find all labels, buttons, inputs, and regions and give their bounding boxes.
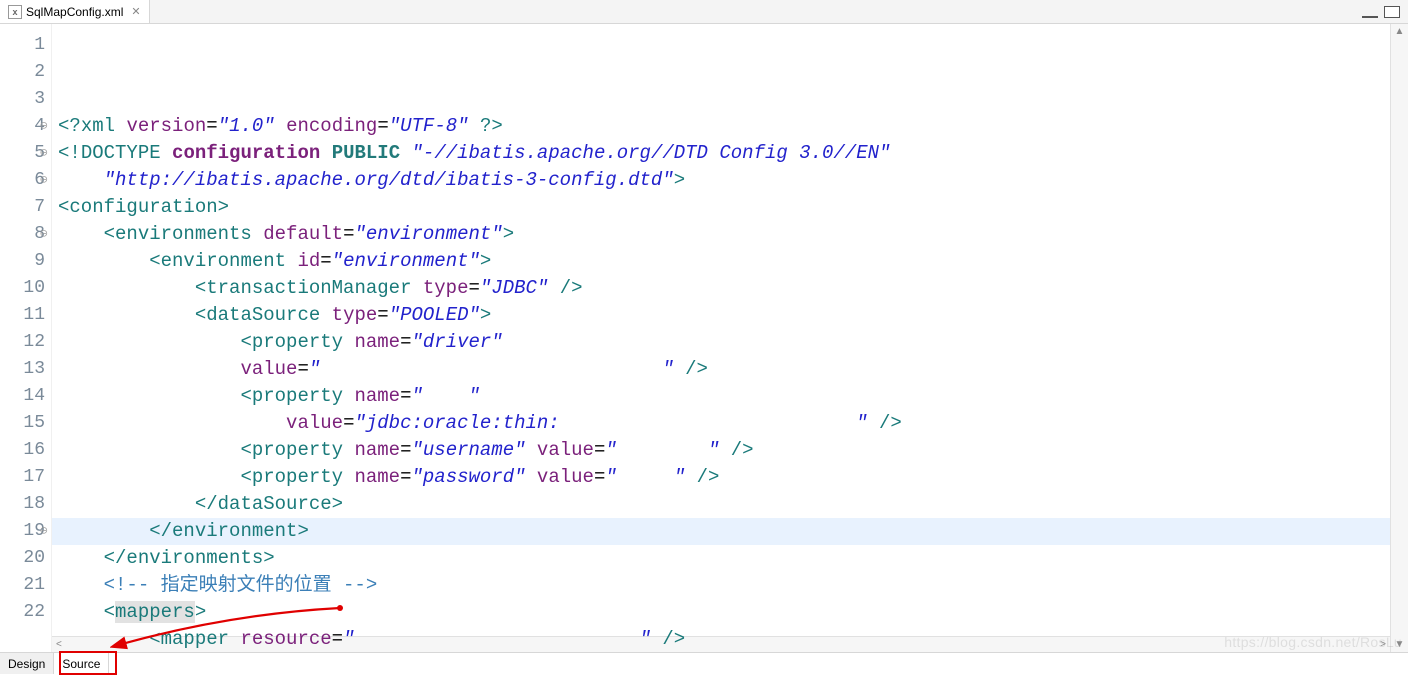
line-number: 2 [0, 59, 45, 86]
tab-source[interactable]: Source [54, 653, 109, 674]
code-area[interactable]: <?xml version="1.0" encoding="UTF-8" ?><… [52, 24, 1390, 652]
tab-source-label: Source [62, 657, 100, 671]
code-line[interactable]: <configuration> [58, 194, 1390, 221]
file-tab[interactable]: x SqlMapConfig.xml ✕ [0, 0, 150, 23]
code-line[interactable]: <mappers> [58, 599, 1390, 626]
fold-toggle-icon[interactable]: ⊖ [40, 140, 48, 167]
code-line[interactable]: <mapper resource=" " /> [58, 626, 1390, 652]
code-line[interactable]: <property name=" " [58, 383, 1390, 410]
file-tab-title: SqlMapConfig.xml [26, 5, 123, 19]
line-number-gutter: 1234⊖5⊖6⊖78⊖910111213141516171819⊖202122 [0, 24, 52, 652]
xml-file-icon: x [8, 5, 22, 19]
code-line[interactable]: <property name="password" value=" " /> [58, 464, 1390, 491]
line-number: 8⊖ [0, 221, 45, 248]
code-line[interactable]: <dataSource type="POOLED"> [58, 302, 1390, 329]
fold-toggle-icon[interactable]: ⊖ [40, 221, 48, 248]
code-line[interactable]: <property name="username" value=" " /> [58, 437, 1390, 464]
code-line[interactable]: <property name="driver" [58, 329, 1390, 356]
code-line[interactable]: <!-- 指定映射文件的位置 --> [58, 572, 1390, 599]
maximize-icon[interactable] [1384, 6, 1400, 18]
line-number: 10 [0, 275, 45, 302]
line-number: 22 [0, 599, 45, 626]
tab-design-label: Design [8, 657, 45, 671]
close-icon[interactable]: ✕ [131, 5, 140, 18]
code-line[interactable]: <environment id="environment"> [58, 248, 1390, 275]
code-line[interactable]: </dataSource> [58, 491, 1390, 518]
line-number: 14 [0, 383, 45, 410]
line-number: 16 [0, 437, 45, 464]
line-number: 15 [0, 410, 45, 437]
line-number: 18 [0, 491, 45, 518]
line-number: 17 [0, 464, 45, 491]
line-number: 6⊖ [0, 167, 45, 194]
tab-design[interactable]: Design [0, 653, 54, 674]
code-line[interactable]: <environments default="environment"> [58, 221, 1390, 248]
line-number: 21 [0, 572, 45, 599]
code-line[interactable]: value="jdbc:oracle:thin: " /> [58, 410, 1390, 437]
line-number: 12 [0, 329, 45, 356]
line-number: 20 [0, 545, 45, 572]
line-number: 1 [0, 32, 45, 59]
editor-tab-bar: x SqlMapConfig.xml ✕ [0, 0, 1408, 24]
line-number: 13 [0, 356, 45, 383]
code-line[interactable]: <?xml version="1.0" encoding="UTF-8" ?> [58, 113, 1390, 140]
code-line[interactable]: value=" " /> [58, 356, 1390, 383]
line-number: 4⊖ [0, 113, 45, 140]
editor-area: 1234⊖5⊖6⊖78⊖910111213141516171819⊖202122… [0, 24, 1408, 652]
code-line[interactable]: </environment> [58, 518, 1390, 545]
code-line[interactable]: <transactionManager type="JDBC" /> [58, 275, 1390, 302]
vertical-scrollbar[interactable]: ▲ ▼ [1390, 24, 1408, 652]
line-number: 7 [0, 194, 45, 221]
fold-toggle-icon[interactable]: ⊖ [40, 113, 48, 140]
line-number: 3 [0, 86, 45, 113]
code-line[interactable]: "http://ibatis.apache.org/dtd/ibatis-3-c… [58, 167, 1390, 194]
scroll-up-icon[interactable]: ▲ [1395, 26, 1405, 37]
fold-toggle-icon[interactable]: ⊖ [40, 518, 48, 545]
line-number: 11 [0, 302, 45, 329]
minimize-icon[interactable] [1362, 6, 1378, 18]
line-number: 5⊖ [0, 140, 45, 167]
fold-toggle-icon[interactable]: ⊖ [40, 167, 48, 194]
code-line[interactable]: </environments> [58, 545, 1390, 572]
code-line[interactable]: <!DOCTYPE configuration PUBLIC "-//ibati… [58, 140, 1390, 167]
line-number: 19⊖ [0, 518, 45, 545]
line-number: 9 [0, 248, 45, 275]
editor-mode-tabs: Design Source [0, 652, 1408, 674]
window-controls [1362, 6, 1408, 18]
